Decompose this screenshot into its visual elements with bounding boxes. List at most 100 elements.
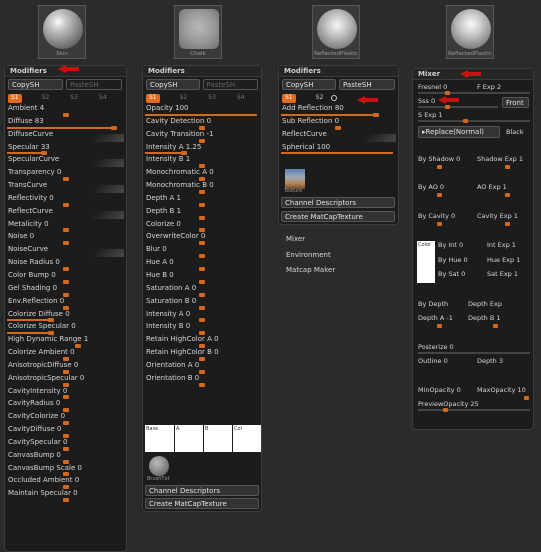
swatch-a[interactable]: A (175, 425, 203, 452)
environment-link[interactable]: Environment (286, 251, 331, 259)
modifier-slider[interactable]: Hue A 0 (143, 258, 261, 271)
modifier-slider[interactable]: Monochromatic A 0 (143, 168, 261, 182)
pastesh-button[interactable]: PasteSH (66, 79, 122, 90)
sss-track[interactable] (418, 106, 498, 108)
sss-slider[interactable]: Sss 0 (418, 97, 435, 105)
channel-s2-button[interactable]: S2 (177, 94, 191, 103)
material-thumb-reflectedplastic-1[interactable]: ReflectedPlastic (312, 5, 360, 59)
modifier-slider[interactable]: Occluded Ambient 0 (5, 476, 126, 490)
channel-s1-button[interactable]: S1 (8, 93, 22, 103)
outline-slider[interactable]: Outline 0 (418, 357, 448, 365)
channel-s3-button[interactable]: S3 (67, 94, 81, 103)
modifier-slider[interactable]: Ambient 4 (5, 104, 126, 117)
modifier-slider[interactable]: Hue B 0 (143, 271, 261, 284)
modifier-slider[interactable]: Diffuse 83 (5, 117, 126, 130)
modifier-slider[interactable]: CanvasBump 0 (5, 451, 126, 464)
modifier-slider[interactable]: Depth A 1 (143, 194, 261, 207)
modifier-slider[interactable]: TransCurve (5, 181, 126, 194)
modifier-slider[interactable]: Colorize 0 (143, 220, 261, 233)
channel-s3-button[interactable]: S3 (205, 94, 219, 103)
modifier-slider[interactable]: AnisotropicSpecular 0 (5, 374, 126, 387)
modifier-slider[interactable]: AnisotropicDiffuse 0 (5, 361, 126, 374)
swatch-b[interactable]: B (204, 425, 232, 452)
modifier-slider[interactable]: Intensity A 1.25 (143, 143, 261, 156)
radio-circle-icon[interactable] (331, 95, 338, 101)
modifier-slider[interactable]: Maintain Specular 0 (5, 489, 126, 503)
channel-s1-button[interactable]: S1 (282, 93, 296, 103)
modifier-slider[interactable]: Transparency 0 (5, 168, 126, 182)
depth-b-slider[interactable]: Depth B 1 (468, 314, 501, 322)
by-shadow-slider[interactable]: By Shadow 0 (418, 155, 460, 163)
copysh-button[interactable]: CopySH (282, 79, 336, 90)
cavity-exp-knob[interactable] (505, 222, 510, 226)
by-hue-slider[interactable]: By Hue 0 (438, 256, 468, 264)
brush-texture-icon[interactable] (149, 456, 169, 476)
preview-opacity-slider[interactable]: PreviewOpacity 25 (418, 400, 479, 408)
channel-s2-button[interactable]: S2 (313, 94, 327, 103)
modifier-slider[interactable]: ReflectCurve (279, 130, 398, 143)
max-opacity-slider[interactable]: MaxOpacity 10 (477, 386, 526, 394)
min-opacity-slider[interactable]: MinOpacity 0 (418, 386, 461, 394)
hue-exp-slider[interactable]: Hue Exp 1 (487, 256, 520, 264)
create-matcap-texture-button[interactable]: Create MatCapTexture (145, 498, 259, 509)
depth-a-knob[interactable] (437, 324, 442, 328)
fresnel-track[interactable] (418, 92, 530, 94)
swatch-base[interactable]: Base (145, 425, 174, 452)
modifier-slider[interactable]: CavityIntensity 0 (5, 387, 126, 400)
modifier-slider[interactable]: ReflectCurve (5, 207, 126, 220)
front-button[interactable]: Front (502, 97, 529, 108)
channel-descriptors-button[interactable]: Channel Descriptors (281, 197, 395, 208)
pastesh-button[interactable]: PasteSH (339, 79, 395, 90)
by-cavity-slider[interactable]: By Cavity 0 (418, 212, 455, 220)
modifier-slider[interactable]: CavityDiffuse 0 (5, 425, 126, 438)
modifier-slider[interactable]: Saturation B 0 (143, 297, 261, 310)
modifier-slider[interactable]: Monochromatic B 0 (143, 181, 261, 194)
modifier-slider[interactable]: Cavity Transition -1 (143, 130, 261, 143)
modifier-slider[interactable]: Env.Reflection 0 (5, 297, 126, 310)
modifier-slider[interactable]: Intensity A 0 (143, 310, 261, 323)
sss-knob[interactable] (445, 105, 450, 109)
material-thumb-chalk[interactable]: Chalk (174, 5, 222, 59)
modifier-slider[interactable]: Colorize Diffuse 0 (5, 310, 126, 323)
modifier-slider[interactable]: CavityRadius 0 (5, 399, 126, 413)
channel-s4-button[interactable]: S4 (96, 94, 110, 103)
modifier-slider[interactable]: Blur 0 (143, 245, 261, 259)
fresnel-slider[interactable]: Fresnel 0 (418, 83, 447, 91)
modifier-slider[interactable]: Orientation B 0 (143, 374, 261, 387)
sat-exp-slider[interactable]: Sat Exp 1 (487, 270, 518, 278)
modifier-slider[interactable]: CanvasBump Scale 0 (5, 464, 126, 477)
modifier-slider[interactable]: Sub Reflection 0 (279, 117, 398, 130)
matcap-maker-link[interactable]: Matcap Maker (286, 266, 335, 274)
modifier-slider[interactable]: OverwriteColor 0 (143, 232, 261, 246)
material-thumb-reflectedplastic-2[interactable]: ReflectedPlastic (446, 5, 494, 59)
color-swatch[interactable]: Color (417, 241, 435, 283)
modifier-slider[interactable]: Colorize Specular 0 (5, 322, 126, 336)
depth-a-slider[interactable]: Depth A -1 (418, 314, 453, 322)
depth-b-knob[interactable] (493, 324, 498, 328)
slider-knob[interactable] (63, 498, 69, 503)
channel-s2-button[interactable]: S2 (39, 94, 53, 103)
modifier-slider[interactable]: NoiseCurve (5, 245, 126, 258)
by-cavity-knob[interactable] (437, 222, 442, 226)
modifier-slider[interactable]: Color Bump 0 (5, 271, 126, 284)
shadow-exp-knob[interactable] (505, 165, 510, 169)
texture-thumbnail[interactable] (285, 169, 305, 189)
ao-exp-knob[interactable] (505, 193, 510, 197)
modifier-slider[interactable]: CavitySpecular 0 (5, 438, 126, 451)
modifier-slider[interactable]: Depth B 1 (143, 207, 261, 220)
modifier-slider[interactable]: Saturation A 0 (143, 284, 261, 297)
depth-slider[interactable]: Depth 3 (477, 357, 503, 365)
by-ao-knob[interactable] (437, 193, 442, 197)
posterize-slider[interactable]: Posterize 0 (418, 343, 454, 351)
material-thumb-skin[interactable]: Skin (38, 5, 86, 59)
pastesh-button[interactable]: PasteSH (202, 79, 258, 90)
create-matcap-texture-button[interactable]: Create MatCapTexture (281, 211, 395, 222)
channel-s1-button[interactable]: S1 (146, 93, 160, 103)
modifier-slider[interactable]: High Dynamic Range 1 (5, 335, 126, 349)
modifier-slider[interactable]: Noise Radius 0 (5, 258, 126, 271)
modifier-slider[interactable]: SpecularCurve (5, 155, 126, 168)
s-exp-track[interactable] (418, 120, 530, 122)
by-depth-slider[interactable]: By Depth (418, 300, 448, 308)
curve-preview[interactable] (69, 249, 124, 258)
curve-preview[interactable] (69, 133, 124, 142)
